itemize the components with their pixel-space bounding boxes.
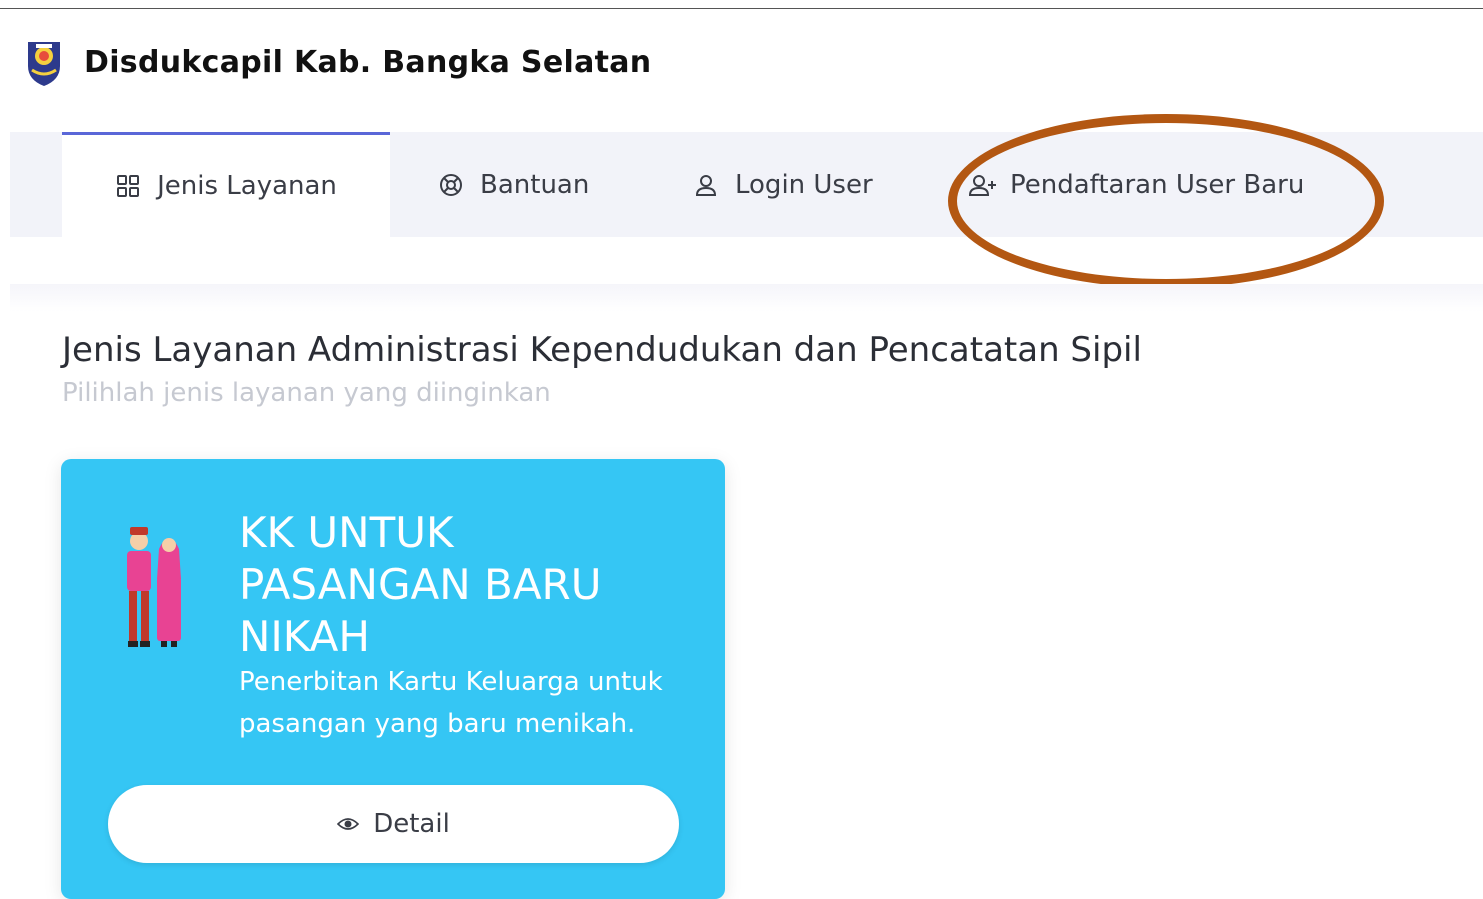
tab-login-user[interactable]: Login User (693, 132, 873, 237)
regency-emblem-icon (24, 36, 64, 88)
tab-pendaftaran-user-baru[interactable]: Pendaftaran User Baru (968, 132, 1304, 237)
tab-label: Jenis Layanan (157, 171, 337, 201)
grid-icon (115, 173, 141, 199)
page-subtitle: Pilihlah jenis layanan yang diinginkan (62, 378, 551, 408)
card-title: KK UNTUK PASANGAN BARU NIKAH (239, 508, 602, 661)
tab-jenis-layanan[interactable]: Jenis Layanan (62, 132, 390, 237)
card-description: Penerbitan Kartu Keluarga untuk pasangan… (239, 667, 663, 739)
detail-button[interactable]: Detail (108, 785, 679, 863)
service-card[interactable]: KK UNTUK PASANGAN BARU NIKAH Penerbitan … (61, 459, 725, 899)
brand[interactable]: Disdukcapil Kab. Bangka Selatan (24, 36, 651, 88)
detail-button-label: Detail (373, 809, 450, 839)
user-plus-icon (968, 172, 996, 198)
tab-label: Login User (735, 169, 873, 200)
lifebuoy-icon (438, 172, 464, 198)
user-icon (693, 172, 719, 198)
content-top-shade (10, 284, 1483, 312)
tab-bantuan[interactable]: Bantuan (438, 132, 589, 237)
couple-illustration-icon (119, 519, 189, 659)
top-divider (0, 8, 1483, 9)
site-title: Disdukcapil Kab. Bangka Selatan (84, 44, 652, 80)
main-navigation: Jenis Layanan Bantuan Login User Pendaft… (10, 132, 1483, 237)
tab-label: Pendaftaran User Baru (1010, 169, 1305, 200)
tab-label: Bantuan (480, 169, 590, 200)
page-title: Jenis Layanan Administrasi Kependudukan … (62, 330, 1142, 370)
eye-icon (337, 809, 360, 839)
